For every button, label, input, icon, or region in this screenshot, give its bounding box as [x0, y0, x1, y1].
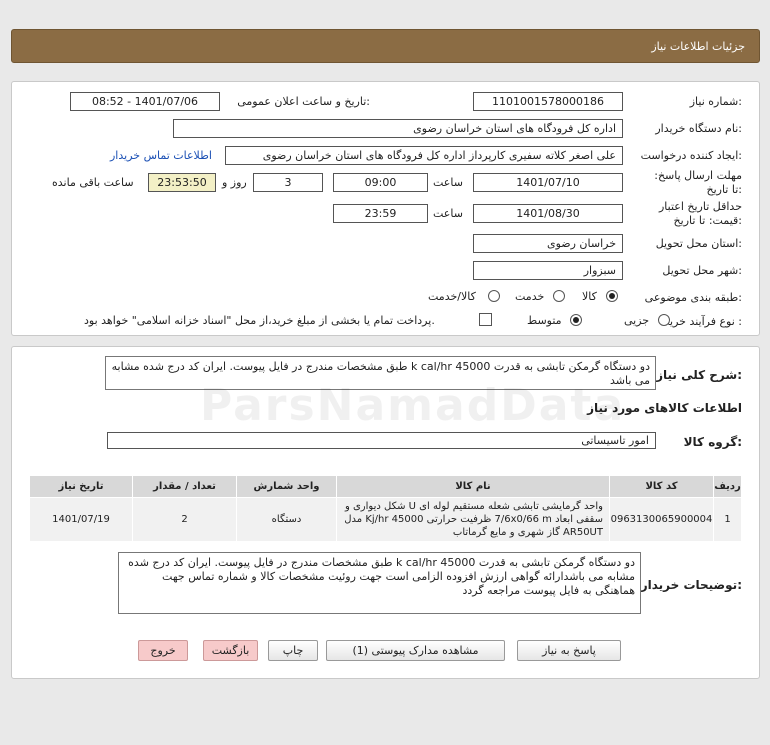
- buyer-label: نام دستگاه خریدار:: [655, 122, 742, 135]
- days-field: 3: [253, 173, 323, 192]
- validity-date-field: 1401/08/30: [473, 204, 623, 223]
- col-name: نام کالا: [336, 475, 610, 498]
- process-medium-label: متوسط: [527, 314, 562, 327]
- page-title: جزئیات اطلاعات نیاز: [651, 40, 745, 53]
- days-label: روز و: [222, 176, 247, 189]
- goods-table: ردیف کد کالا نام کالا واحد شمارش تعداد /…: [29, 475, 742, 542]
- announce-field: 1401/07/06 - 08:52: [70, 92, 220, 111]
- row-date: 1401/07/19: [29, 497, 133, 542]
- deadline-label: مهلت ارسال پاسخ: تا تاریخ:: [654, 169, 742, 196]
- goods-group-field: امور تاسیساتی: [107, 432, 656, 449]
- deadline-time-field: 09:00: [333, 173, 428, 192]
- treasury-payment-checkbox[interactable]: [479, 313, 492, 326]
- col-code: کد کالا: [609, 475, 714, 498]
- category-service-radio[interactable]: [553, 290, 565, 302]
- row-unit: دستگاه: [236, 497, 337, 542]
- parsnamaddata-watermark: ParsNamadData: [200, 380, 626, 431]
- category-goods-radio[interactable]: [606, 290, 618, 302]
- back-button[interactable]: بازگشت: [203, 640, 258, 661]
- buyer-notes-text: دو دستگاه گرمکن تابشی به قدرت k cal/hr 4…: [118, 552, 641, 614]
- remaining-label: ساعت باقی مانده: [52, 176, 134, 189]
- col-unit: واحد شمارش: [236, 475, 337, 498]
- category-service-label: خدمت: [515, 290, 545, 303]
- reply-button[interactable]: پاسخ به نیاز: [517, 640, 621, 661]
- contact-buyer-link[interactable]: اطلاعات تماس خریدار: [110, 149, 212, 162]
- creator-label: ایجاد کننده درخواست:: [640, 149, 742, 162]
- treasury-payment-note: پرداخت تمام یا بخشی از مبلغ خرید،از محل …: [84, 314, 435, 327]
- creator-field: علی اصغر کلاته سفیری کارپرداز اداره کل ف…: [225, 146, 623, 165]
- category-goods-service-label: کالا/خدمت: [428, 290, 476, 303]
- province-label: استان محل تحویل:: [655, 237, 742, 250]
- buyer-field: اداره کل فرودگاه های استان خراسان رضوی: [173, 119, 623, 138]
- page-header: جزئیات اطلاعات نیاز: [11, 29, 760, 63]
- row-qty: 2: [132, 497, 237, 542]
- row-code: 0963130065900004: [609, 497, 714, 542]
- print-button[interactable]: چاپ: [268, 640, 318, 661]
- deadline-time-label: ساعت: [433, 176, 463, 189]
- col-date: تاریخ نیاز: [29, 475, 133, 498]
- need-number-label: شماره نیاز:: [689, 95, 742, 108]
- category-goods-label: کالا: [582, 290, 597, 303]
- attachments-button[interactable]: مشاهده مدارک پیوستی (1): [326, 640, 505, 661]
- row-name: واحد گرمایشی تابشی شعله مستقیم لوله ای U…: [336, 497, 610, 542]
- city-field: سبزوار: [473, 261, 623, 280]
- goods-group-label: گروه کالا:: [683, 435, 742, 449]
- validity-time-field: 23:59: [333, 204, 428, 223]
- validity-label: حداقل تاریخ اعتبار قیمت: تا تاریخ:: [658, 200, 742, 227]
- need-number-field: 1101001578000186: [473, 92, 623, 111]
- deadline-date-field: 1401/07/10: [473, 173, 623, 192]
- exit-button[interactable]: خروج: [138, 640, 188, 661]
- validity-time-label: ساعت: [433, 207, 463, 220]
- col-qty: تعداد / مقدار: [132, 475, 237, 498]
- process-minor-radio[interactable]: [658, 314, 670, 326]
- row-index: 1: [713, 497, 742, 542]
- summary-label: شرح کلی نیاز:: [656, 368, 742, 382]
- announce-label: تاریخ و ساعت اعلان عمومی:: [237, 95, 370, 108]
- category-label: طبقه بندی موضوعی:: [644, 291, 742, 304]
- goods-table-header: ردیف کد کالا نام کالا واحد شمارش تعداد /…: [29, 475, 742, 498]
- col-index: ردیف: [713, 475, 742, 498]
- remaining-time-field: 23:53:50: [148, 173, 216, 192]
- process-medium-radio[interactable]: [570, 314, 582, 326]
- process-label: نوع فرآیند خرید :: [664, 315, 742, 328]
- category-goods-service-radio[interactable]: [488, 290, 500, 302]
- buyer-notes-label: توضیحات خریدار:: [640, 578, 742, 592]
- province-field: خراسان رضوی: [473, 234, 623, 253]
- table-row: 1 0963130065900004 واحد گرمایشی تابشی شع…: [29, 497, 742, 542]
- process-minor-label: جزیی: [624, 314, 650, 327]
- city-label: شهر محل تحویل:: [662, 264, 742, 277]
